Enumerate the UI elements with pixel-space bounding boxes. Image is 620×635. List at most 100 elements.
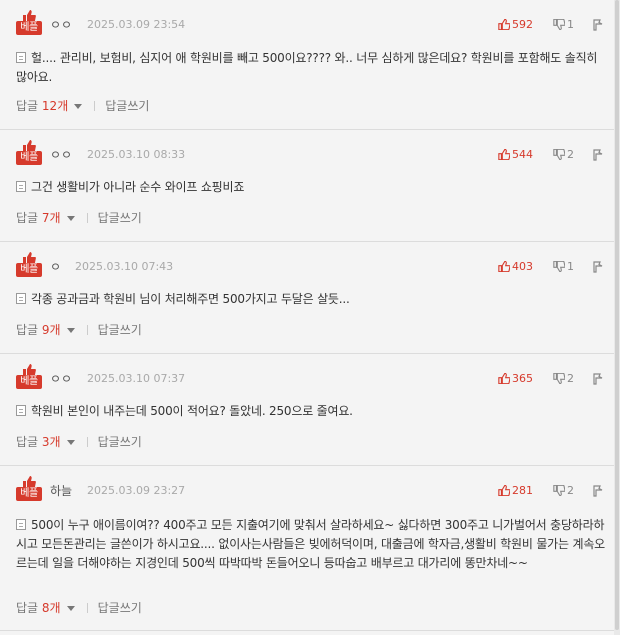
thumbs-down-icon	[553, 260, 566, 273]
like-button[interactable]: 403	[498, 259, 533, 275]
comment-footer: 답글 7개 답글쓰기	[16, 210, 142, 226]
reply-toggle[interactable]: 답글 12개	[16, 99, 83, 113]
dislike-count: 1	[567, 260, 574, 273]
divider	[86, 437, 88, 447]
like-count: 592	[512, 18, 533, 31]
scrollbar-thumb[interactable]	[615, 0, 619, 630]
reply-label: 답글	[16, 601, 39, 615]
report-icon[interactable]	[592, 373, 604, 385]
comment-footer: 답글 12개 답글쓰기	[16, 98, 149, 114]
write-reply-link[interactable]: 답글쓰기	[98, 601, 142, 615]
comment-text: 헐.... 관리비, 보험비, 심지어 애 학원비를 빼고 500이요???? …	[16, 51, 598, 84]
report-icon[interactable]	[592, 149, 604, 161]
chevron-down-icon	[66, 606, 75, 611]
comment-nickname[interactable]: 하늘	[50, 483, 72, 499]
like-button[interactable]: 365	[498, 371, 533, 387]
like-button[interactable]: 592	[498, 17, 533, 33]
thumbs-down-icon	[553, 484, 566, 497]
best-badge: 베플	[16, 140, 42, 166]
dislike-button[interactable]: 1	[553, 17, 574, 33]
report-icon[interactable]	[592, 19, 604, 31]
write-reply-link[interactable]: 답글쓰기	[105, 99, 149, 113]
comment-text: 학원비 본인이 내주는데 500이 적어요? 돌았네. 250으로 줄여요.	[31, 404, 353, 418]
comment-footer: 답글 9개 답글쓰기	[16, 322, 142, 338]
comment-date: 2025.03.10 08:33	[87, 148, 186, 161]
comment-body: 그건 생활비가 아니라 순수 와이프 쇼핑비죠	[16, 178, 606, 197]
thumbs-up-icon	[498, 18, 511, 31]
comment-text: 그건 생활비가 아니라 순수 와이프 쇼핑비죠	[31, 180, 245, 194]
comment-nickname[interactable]: ㅇ	[50, 259, 61, 275]
scrollbar[interactable]	[614, 0, 620, 635]
document-icon	[16, 405, 26, 416]
thumbs-down-icon	[553, 148, 566, 161]
like-button[interactable]: 281	[498, 483, 533, 499]
document-icon	[16, 519, 26, 530]
comment-footer: 답글 3개 답글쓰기	[16, 434, 142, 450]
chevron-down-icon	[66, 440, 75, 445]
reply-toggle[interactable]: 답글 7개	[16, 211, 75, 225]
comment-footer: 답글 8개 답글쓰기	[16, 600, 142, 616]
best-badge-label: 베플	[16, 375, 42, 389]
chevron-down-icon	[66, 328, 75, 333]
comment-date: 2025.03.10 07:37	[87, 372, 186, 385]
comment-header: 베플 ㅇㅇ 2025.03.09 23:54 592 1	[0, 0, 614, 36]
chevron-down-icon	[74, 104, 83, 109]
dislike-count: 2	[567, 148, 574, 161]
thumbs-up-icon	[498, 372, 511, 385]
reply-count: 7개	[41, 211, 61, 225]
comment-body: 헐.... 관리비, 보험비, 심지어 애 학원비를 빼고 500이요???? …	[16, 49, 606, 87]
best-badge: 베플	[16, 364, 42, 390]
best-badge-label: 베플	[16, 263, 42, 277]
best-badge-label: 베플	[16, 21, 42, 35]
reply-label: 답글	[16, 211, 39, 225]
comment-header: 베플 하늘 2025.03.09 23:27 281 2	[0, 466, 614, 502]
comment-item: 베플 하늘 2025.03.09 23:27 281 2 500이 누구 애이름…	[0, 466, 614, 631]
comment-nickname[interactable]: ㅇㅇ	[50, 371, 72, 387]
reply-count: 9개	[41, 323, 61, 337]
write-reply-link[interactable]: 답글쓰기	[98, 435, 142, 449]
comment-body: 학원비 본인이 내주는데 500이 적어요? 돌았네. 250으로 줄여요.	[16, 402, 606, 421]
document-icon	[16, 181, 26, 192]
like-count: 403	[512, 260, 533, 273]
report-icon[interactable]	[592, 261, 604, 273]
comment-body: 500이 누구 애이름이여?? 400주고 모든 지출여기에 맞춰서 살라하세요…	[16, 516, 606, 573]
comment-nickname[interactable]: ㅇㅇ	[50, 17, 72, 33]
like-count: 365	[512, 372, 533, 385]
best-badge-label: 베플	[16, 487, 42, 501]
comment-text: 500이 누구 애이름이여?? 400주고 모든 지출여기에 맞춰서 살라하세요…	[16, 518, 605, 570]
dislike-button[interactable]: 2	[553, 371, 574, 387]
report-icon[interactable]	[592, 485, 604, 497]
divider	[94, 101, 96, 111]
reply-toggle[interactable]: 답글 8개	[16, 601, 75, 615]
reply-label: 답글	[16, 435, 39, 449]
comment-date: 2025.03.10 07:43	[75, 260, 174, 273]
chevron-down-icon	[66, 216, 75, 221]
best-badge: 베플	[16, 476, 42, 502]
comment-header: 베플 ㅇㅇ 2025.03.10 07:37 365 2	[0, 354, 614, 390]
reply-label: 답글	[16, 323, 39, 337]
comment-text: 각종 공과금과 학원비 님이 처리해주면 500가지고 두달은 살듯...	[31, 292, 350, 306]
best-badge-label: 베플	[16, 151, 42, 165]
write-reply-link[interactable]: 답글쓰기	[98, 211, 142, 225]
best-badge: 베플	[16, 10, 42, 36]
best-badge: 베플	[16, 252, 42, 278]
dislike-button[interactable]: 1	[553, 259, 574, 275]
reply-toggle[interactable]: 답글 9개	[16, 323, 75, 337]
comment-item: 베플 ㅇㅇ 2025.03.10 08:33 544 2 그건 생활비가 아니라…	[0, 130, 614, 242]
reply-count: 12개	[41, 99, 69, 113]
thumbs-up-icon	[498, 260, 511, 273]
dislike-count: 2	[567, 484, 574, 497]
comment-nickname[interactable]: ㅇㅇ	[50, 147, 72, 163]
like-button[interactable]: 544	[498, 147, 533, 163]
document-icon	[16, 293, 26, 304]
comment-item: 베플 ㅇㅇ 2025.03.10 07:37 365 2 학원비 본인이 내주는…	[0, 354, 614, 466]
comment-item: 베플 ㅇ 2025.03.10 07:43 403 1 각종 공과금과 학원비 …	[0, 242, 614, 354]
comment-body: 각종 공과금과 학원비 님이 처리해주면 500가지고 두달은 살듯...	[16, 290, 606, 309]
comment-header: 베플 ㅇㅇ 2025.03.10 08:33 544 2	[0, 130, 614, 166]
reply-toggle[interactable]: 답글 3개	[16, 435, 75, 449]
write-reply-link[interactable]: 답글쓰기	[98, 323, 142, 337]
comment-header: 베플 ㅇ 2025.03.10 07:43 403 1	[0, 242, 614, 278]
dislike-button[interactable]: 2	[553, 147, 574, 163]
dislike-button[interactable]: 2	[553, 483, 574, 499]
comment-date: 2025.03.09 23:27	[87, 484, 186, 497]
